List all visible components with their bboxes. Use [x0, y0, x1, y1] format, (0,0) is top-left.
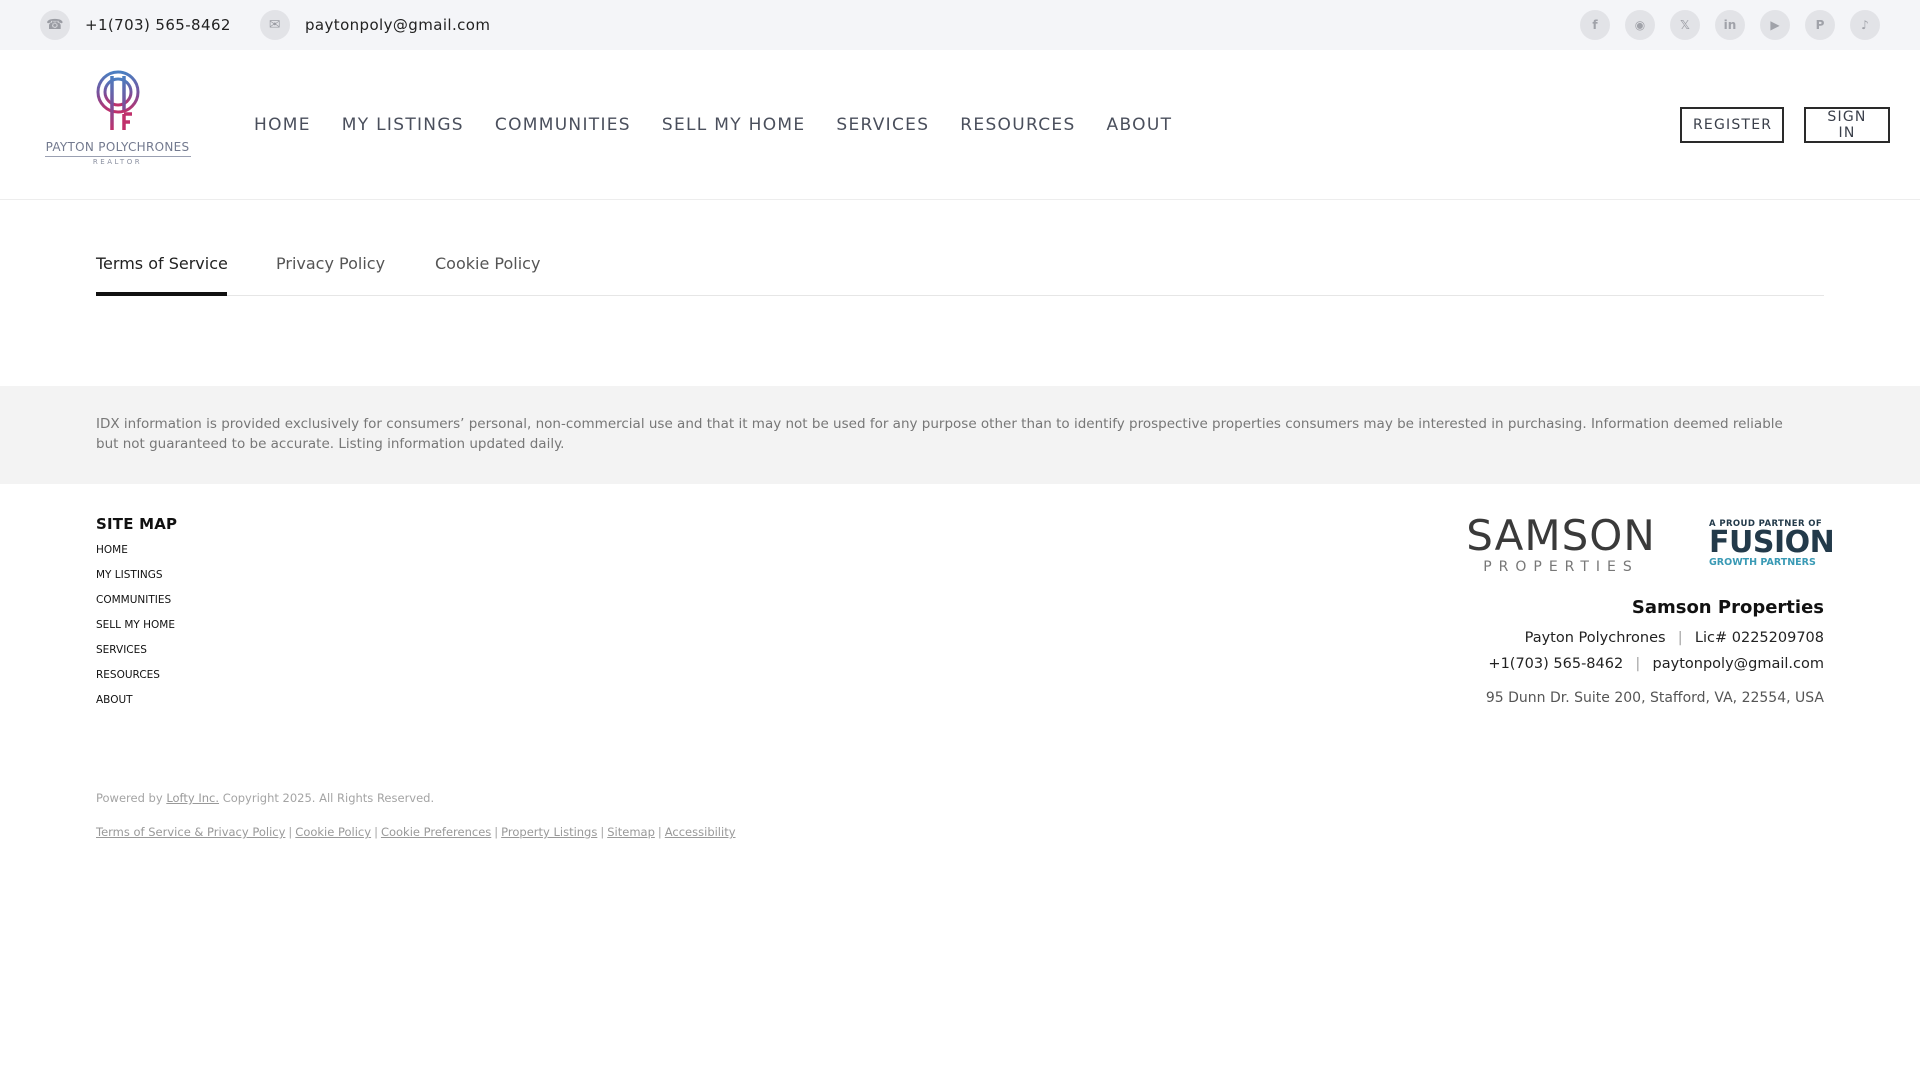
logo-name: PAYTON POLYCHRONES: [45, 140, 190, 154]
auth-buttons: REGISTER SIGN IN: [1680, 107, 1890, 143]
fusion-logo-sub: GROWTH PARTNERS: [1709, 557, 1816, 568]
copyright: Copyright 2025. All Rights Reserved.: [222, 791, 435, 805]
youtube-icon[interactable]: ▶: [1760, 10, 1790, 40]
top-contact-bar: ☎ +1(703) 565-8462 ✉ paytonpoly@gmail.co…: [0, 0, 1920, 50]
sitemap-link-resources[interactable]: RESOURCES: [96, 666, 177, 691]
fusion-growth-partners-logo: A PROUD PARTNER OF FUSION GROWTH PARTNER…: [1709, 519, 1835, 568]
sitemap-link-communities[interactable]: COMMUNITIES: [96, 591, 177, 616]
separator: |: [374, 825, 378, 839]
agent-name: Payton Polychrones: [1524, 630, 1666, 646]
phone-icon: ☎: [40, 10, 70, 40]
tab-privacy-policy[interactable]: Privacy Policy: [276, 254, 385, 273]
idx-disclaimer-text: IDX information is provided exclusively …: [96, 416, 1783, 452]
pinterest-icon[interactable]: P: [1805, 10, 1835, 40]
email-icon: ✉: [260, 10, 290, 40]
idx-disclaimer: IDX information is provided exclusively …: [0, 386, 1920, 484]
separator: |: [288, 825, 293, 839]
link-property-listings[interactable]: Property Listings: [501, 825, 597, 839]
office-address: 95 Dunn Dr. Suite 200, Stafford, VA, 225…: [1485, 690, 1824, 706]
main-nav: HOME MY LISTINGS COMMUNITIES SELL MY HOM…: [254, 50, 1172, 200]
link-terms-privacy[interactable]: Terms of Service & Privacy Policy: [96, 825, 285, 839]
agent-license: Lic# 0225209708: [1694, 630, 1824, 646]
twitter-icon[interactable]: 𝕏: [1670, 10, 1700, 40]
logo-divider: [44, 156, 191, 157]
agent-license-line: Payton Polychrones | Lic# 0225209708: [1024, 630, 1824, 646]
samson-logo-sub: PROPERTIES: [1483, 559, 1639, 575]
samson-logo-main: SAMSON: [1466, 511, 1656, 560]
powered-by: Powered by Lofty Inc. Copyright 2025. Al…: [96, 791, 434, 805]
sign-in-button[interactable]: SIGN IN: [1804, 107, 1890, 143]
separator: |: [600, 825, 605, 839]
footer-brokerage: SAMSON PROPERTIES A PROUD PARTNER OF FUS…: [1024, 515, 1835, 707]
link-cookie-policy[interactable]: Cookie Policy: [295, 825, 371, 839]
sitemap-link-sell-my-home[interactable]: SELL MY HOME: [96, 616, 177, 641]
nav-resources[interactable]: RESOURCES: [960, 115, 1075, 135]
nav-communities[interactable]: COMMUNITIES: [495, 115, 631, 135]
logo-key-icon: [96, 70, 139, 130]
tab-cookie-policy[interactable]: Cookie Policy: [435, 254, 540, 273]
brokerage-logos: SAMSON PROPERTIES A PROUD PARTNER OF FUS…: [1024, 515, 1835, 576]
footer-legal-links: Terms of Service & Privacy Policy | Cookie…: [96, 825, 736, 839]
powered-prefix: Powered by: [96, 791, 163, 805]
separator: |: [1673, 630, 1688, 646]
separator: |: [657, 825, 662, 839]
nav-sell-my-home[interactable]: SELL MY HOME: [662, 115, 806, 135]
nav-home[interactable]: HOME: [254, 115, 311, 135]
link-accessibility[interactable]: Accessibility: [665, 825, 736, 839]
nav-about[interactable]: ABOUT: [1107, 115, 1173, 135]
footer-phone[interactable]: +1(703) 565-8462: [1488, 656, 1623, 672]
separator: |: [1630, 656, 1645, 672]
footer-email[interactable]: paytonpoly@gmail.com: [1653, 656, 1824, 672]
site-logo[interactable]: PAYTON POLYCHRONES REALTOR: [40, 70, 195, 180]
instagram-icon[interactable]: ◉: [1625, 10, 1655, 40]
nav-services[interactable]: SERVICES: [836, 115, 929, 135]
site-header: PAYTON POLYCHRONES REALTOR HOME MY LISTI…: [0, 50, 1920, 200]
register-button[interactable]: REGISTER: [1680, 107, 1784, 143]
nav-my-listings[interactable]: MY LISTINGS: [342, 115, 464, 135]
lofty-link[interactable]: Lofty Inc.: [166, 791, 219, 805]
link-cookie-preferences[interactable]: Cookie Preferences: [381, 825, 491, 839]
topbar-email[interactable]: ✉ paytonpoly@gmail.com: [260, 0, 490, 50]
samson-properties-logo: SAMSON PROPERTIES: [1453, 511, 1669, 576]
active-tab-indicator: [96, 292, 227, 296]
separator: |: [494, 825, 499, 839]
sitemap-title: SITE MAP: [96, 515, 178, 533]
tab-terms-of-service[interactable]: Terms of Service: [96, 254, 228, 273]
brokerage-name: Samson Properties: [1631, 597, 1824, 618]
sitemap-link-my-listings[interactable]: MY LISTINGS: [96, 566, 177, 591]
sitemap-link-about[interactable]: ABOUT: [96, 691, 177, 716]
facebook-icon[interactable]: f: [1580, 10, 1610, 40]
sitemap-link-services[interactable]: SERVICES: [96, 641, 177, 666]
link-sitemap[interactable]: Sitemap: [607, 825, 655, 839]
logo-subtitle: REALTOR: [92, 158, 143, 166]
topbar-phone-text[interactable]: +1(703) 565-8462: [85, 16, 231, 34]
legal-tabs: Terms of Service Privacy Policy Cookie P…: [96, 250, 1824, 296]
fusion-logo-main: FUSION: [1709, 525, 1835, 560]
sitemap-link-home[interactable]: HOME: [96, 541, 177, 566]
linkedin-icon[interactable]: in: [1715, 10, 1745, 40]
agent-contact-line: +1(703) 565-8462 | paytonpoly@gmail.com: [1024, 656, 1824, 672]
topbar-phone[interactable]: ☎ +1(703) 565-8462: [40, 0, 231, 50]
tiktok-icon[interactable]: ♪: [1850, 10, 1880, 40]
social-links: f ◉ 𝕏 in ▶ P ♪: [1580, 10, 1880, 40]
footer-sitemap: SITE MAP HOME MY LISTINGS COMMUNITIES SE…: [96, 515, 177, 716]
topbar-email-text[interactable]: paytonpoly@gmail.com: [305, 16, 490, 34]
